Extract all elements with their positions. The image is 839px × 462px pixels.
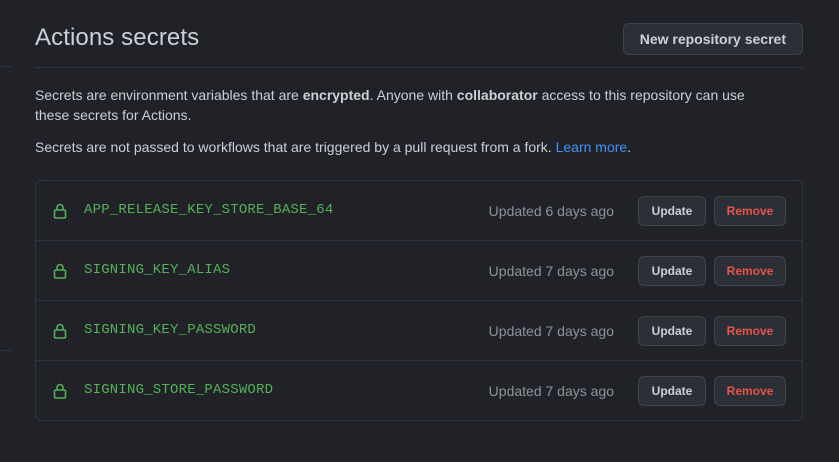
secret-name: APP_RELEASE_KEY_STORE_BASE_64 [84, 202, 334, 218]
secrets-description: Secrets are environment variables that a… [35, 87, 745, 123]
sidebar-divider [0, 350, 11, 351]
update-secret-button[interactable]: Update [638, 316, 706, 346]
remove-secret-button[interactable]: Remove [714, 256, 786, 286]
page-title: Actions secrets [35, 24, 200, 51]
secret-updated-time: Updated 6 days ago [488, 203, 614, 219]
secret-list: APP_RELEASE_KEY_STORE_BASE_64 Updated 6 … [35, 180, 803, 421]
lock-icon [53, 383, 67, 399]
remove-secret-button[interactable]: Remove [714, 316, 786, 346]
lock-icon [53, 263, 67, 279]
secret-row: SIGNING_STORE_PASSWORD Updated 7 days ag… [36, 360, 802, 420]
update-secret-button[interactable]: Update [638, 376, 706, 406]
secret-updated-time: Updated 7 days ago [488, 263, 614, 279]
secret-updated-time: Updated 7 days ago [488, 323, 614, 339]
secret-row: SIGNING_KEY_ALIAS Updated 7 days ago Upd… [36, 240, 802, 300]
secret-name: SIGNING_STORE_PASSWORD [84, 382, 274, 398]
lock-icon [53, 323, 67, 339]
remove-secret-button[interactable]: Remove [714, 196, 786, 226]
lock-icon [53, 203, 67, 219]
secret-row: SIGNING_KEY_PASSWORD Updated 7 days ago … [36, 300, 802, 360]
secret-row: APP_RELEASE_KEY_STORE_BASE_64 Updated 6 … [36, 181, 802, 240]
secret-name: SIGNING_KEY_ALIAS [84, 262, 231, 278]
remove-secret-button[interactable]: Remove [714, 376, 786, 406]
actions-secrets-page: Actions secrets New repository secret Se… [35, 0, 803, 421]
update-secret-button[interactable]: Update [638, 196, 706, 226]
new-repository-secret-button[interactable]: New repository secret [622, 23, 803, 55]
update-secret-button[interactable]: Update [638, 256, 706, 286]
learn-more-link[interactable]: Learn more [556, 139, 628, 155]
secret-name: SIGNING_KEY_PASSWORD [84, 322, 257, 338]
secret-updated-time: Updated 7 days ago [488, 383, 614, 399]
sidebar-divider [0, 66, 11, 67]
page-header: Actions secrets New repository secret [35, 0, 803, 68]
fork-notice: Secrets are not passed to workflows that… [35, 139, 632, 155]
